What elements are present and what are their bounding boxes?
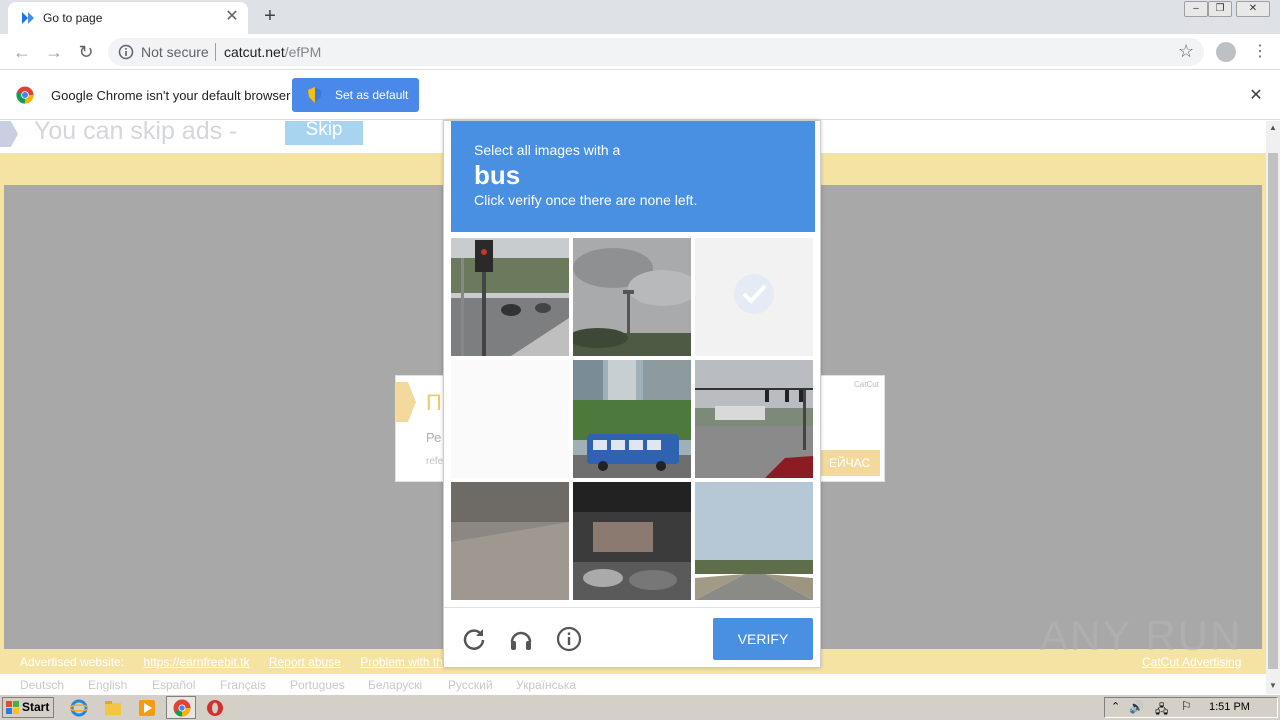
recaptcha-challenge: Select all images with a bus Click verif…	[443, 120, 821, 668]
captcha-instructions: Select all images with a bus Click verif…	[451, 121, 815, 232]
language-bar: Deutsch English Español Français Portugu…	[0, 674, 1266, 694]
help-info-icon[interactable]	[556, 626, 582, 652]
set-as-default-button[interactable]: Set as default	[292, 78, 419, 112]
tab-go-to-page[interactable]: Go to page ✕	[8, 2, 248, 34]
ad-heading: П	[426, 390, 442, 415]
file-explorer-icon[interactable]	[104, 699, 122, 717]
tab-title: Go to page	[43, 11, 103, 25]
ad-cta-button[interactable]: ЕЙЧАС	[816, 450, 880, 476]
close-infobar-icon[interactable]: ✕	[1246, 85, 1266, 105]
system-tray: ⌃ 🔊 🖧 ⚐ 1:51 PM	[1104, 697, 1278, 718]
lang-english[interactable]: English	[88, 678, 127, 692]
bookmark-star-icon[interactable]: ☆	[1178, 41, 1194, 62]
captcha-tile-tower-sky[interactable]	[573, 238, 691, 356]
captcha-tile-blue-bus[interactable]	[573, 360, 691, 478]
lang-espanol[interactable]: Español	[152, 678, 195, 692]
media-player-icon[interactable]	[138, 699, 156, 717]
captcha-tile-loading-blank[interactable]	[451, 360, 569, 478]
infobar-message: Google Chrome isn't your default browser	[51, 88, 291, 103]
new-tab-button[interactable]: +	[259, 5, 281, 27]
captcha-tile-selected-fading[interactable]	[695, 238, 813, 356]
close-window-button[interactable]: ✕	[1236, 1, 1270, 17]
captcha-tile-road-trees[interactable]	[695, 482, 813, 600]
ad-subtext: refe	[426, 456, 444, 467]
catcut-favicon-icon	[22, 12, 34, 24]
captcha-instruction-line3: Click verify once there are none left.	[474, 192, 698, 208]
lang-deutsch[interactable]: Deutsch	[20, 678, 64, 692]
ad-text: Ре	[426, 430, 442, 445]
restore-button[interactable]: ❐	[1208, 1, 1232, 17]
captcha-footer: VERIFY	[444, 607, 820, 667]
ad-arrow-icon	[396, 382, 416, 422]
lang-belarusian[interactable]: Беларускі	[368, 678, 422, 692]
ad-footer: Advertised website: https://earnfreebit.…	[20, 655, 466, 669]
close-tab-icon[interactable]: ✕	[222, 7, 242, 27]
security-label: Not secure	[141, 44, 209, 60]
verify-button[interactable]: VERIFY	[713, 618, 813, 660]
anyrun-watermark: ANY RUN	[1040, 612, 1243, 659]
start-label: Start	[22, 700, 50, 714]
opera-icon[interactable]	[206, 699, 224, 717]
tray-expand-icon[interactable]: ⌃	[1111, 700, 1120, 713]
omnibox-separator	[215, 43, 216, 61]
lang-russian[interactable]: Русский	[448, 678, 493, 692]
volume-icon[interactable]: 🔊	[1129, 700, 1144, 714]
lang-portugues[interactable]: Portugues	[290, 678, 345, 692]
chrome-taskbar-button[interactable]	[166, 696, 196, 719]
flag-notification-icon[interactable]: ⚐	[1181, 699, 1192, 713]
advertised-label: Advertised website:	[20, 655, 125, 669]
start-button[interactable]: Start	[2, 697, 54, 718]
clock[interactable]: 1:51 PM	[1209, 701, 1250, 713]
default-browser-infobar: Google Chrome isn't your default browser…	[0, 70, 1280, 120]
shield-icon	[308, 87, 322, 103]
profile-avatar-icon[interactable]	[1216, 42, 1236, 62]
info-icon[interactable]	[118, 44, 134, 60]
set-as-default-label: Set as default	[335, 88, 409, 102]
captcha-tile-intersection[interactable]	[695, 360, 813, 478]
more-menu-icon[interactable]: ⋮	[1252, 42, 1268, 62]
windows-logo-icon	[6, 701, 19, 714]
skip-arrow-icon	[0, 121, 18, 147]
report-abuse-link[interactable]: Report abuse	[269, 655, 341, 669]
tab-strip: Go to page ✕ + – ❐ ✕	[0, 0, 1280, 34]
audio-challenge-icon[interactable]	[508, 626, 534, 652]
captcha-tile-traffic-light[interactable]	[451, 238, 569, 356]
captcha-target-object: bus	[474, 160, 521, 190]
chrome-taskbar-icon	[173, 699, 191, 717]
problem-link[interactable]: Problem with the	[360, 655, 449, 669]
internet-explorer-icon[interactable]	[70, 699, 88, 717]
skip-button[interactable]: Skip	[285, 121, 363, 145]
url-text: catcut.net/efPM	[224, 44, 321, 60]
captcha-tile-parking-garage[interactable]	[573, 482, 691, 600]
ad-brand-label: CatCut	[854, 380, 879, 389]
reload-challenge-icon[interactable]	[461, 626, 487, 652]
vertical-scrollbar[interactable]: ▲ ▼	[1266, 121, 1280, 694]
minimize-button[interactable]: –	[1184, 1, 1208, 17]
url-path: /efPM	[284, 44, 322, 60]
chrome-logo-icon	[16, 86, 34, 104]
captcha-tile-concrete-wall[interactable]	[451, 482, 569, 600]
forward-icon[interactable]: →	[42, 40, 66, 64]
address-bar[interactable]: Not secure catcut.net/efPM ☆	[108, 38, 1204, 66]
reload-icon[interactable]: ↻	[74, 40, 98, 64]
lang-ukrainian[interactable]: Українська	[516, 678, 576, 692]
advertised-link[interactable]: https://earnfreebit.tk	[143, 655, 249, 669]
skip-ads-text: You can skip ads -	[34, 121, 238, 145]
lang-francais[interactable]: Français	[220, 678, 266, 692]
windows-taskbar: Start ⌃ 🔊 🖧 ⚐ 1:51 PM	[0, 694, 1280, 720]
url-domain: catcut.net	[224, 44, 285, 60]
scroll-up-icon[interactable]: ▲	[1268, 123, 1278, 133]
back-icon[interactable]: ←	[10, 40, 34, 64]
network-icon[interactable]: 🖧	[1155, 700, 1168, 721]
scroll-thumb[interactable]	[1268, 153, 1278, 669]
captcha-instruction-line1: Select all images with a	[474, 142, 621, 158]
scroll-down-icon[interactable]: ▼	[1268, 681, 1278, 691]
browser-toolbar: ← → ↻ Not secure catcut.net/efPM ☆ ⋮	[0, 34, 1280, 70]
